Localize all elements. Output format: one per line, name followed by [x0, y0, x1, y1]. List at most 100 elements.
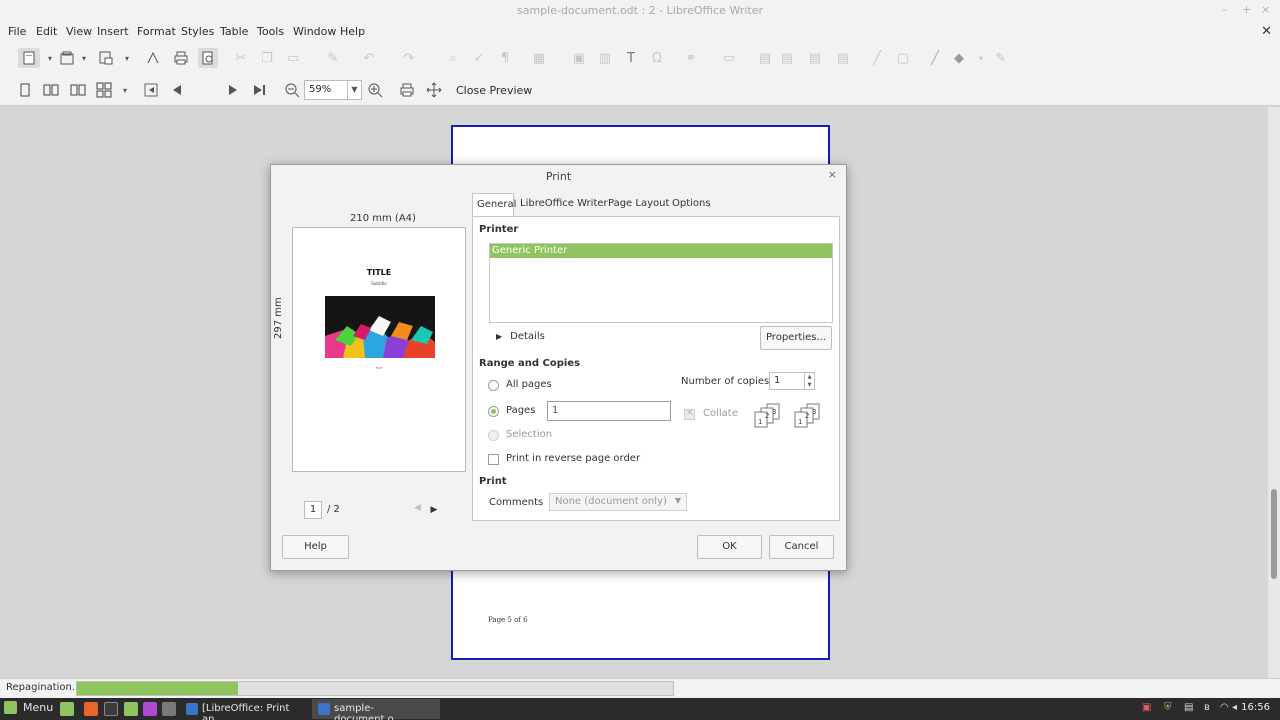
close-preview-button[interactable]: Close Preview — [456, 84, 532, 97]
chevron-down-icon[interactable]: ▾ — [75, 49, 93, 67]
preview-page-field[interactable]: 1 — [304, 501, 322, 519]
taskbar-task-document[interactable]: sample-document.o... — [312, 699, 440, 720]
comments-value: None (document only) — [555, 496, 667, 507]
scrollbar-thumb[interactable] — [1271, 489, 1277, 579]
basic-shapes-icon: ◆ — [954, 50, 964, 66]
menu-window[interactable]: Window — [293, 25, 336, 38]
shapes-icon: ▢ — [896, 50, 910, 66]
first-page-icon[interactable] — [142, 81, 160, 99]
two-pages-icon[interactable] — [42, 81, 60, 99]
minimize-button[interactable]: – — [1222, 3, 1228, 16]
properties-button[interactable]: Properties... — [760, 326, 832, 350]
menu-table[interactable]: Table — [220, 25, 248, 38]
previous-preview-icon[interactable]: ◀ — [414, 503, 421, 513]
tab-libreoffice-writer[interactable]: LibreOffice Writer — [516, 193, 612, 216]
book-preview-icon[interactable] — [69, 81, 87, 99]
line-icon: ╱ — [873, 50, 881, 66]
zoom-out-icon[interactable] — [283, 81, 301, 99]
next-preview-icon[interactable]: ▶ — [428, 502, 440, 518]
menu-styles[interactable]: Styles — [181, 25, 214, 38]
tab-options[interactable]: Options — [668, 193, 715, 216]
selection-radio[interactable] — [488, 430, 499, 441]
start-menu-button[interactable]: Menu — [4, 701, 53, 714]
copies-spinbox[interactable]: 1 ▲ ▼ — [769, 372, 815, 390]
svg-text:1: 1 — [798, 418, 802, 426]
menu-tools[interactable]: Tools — [257, 25, 284, 38]
multiple-pages-icon[interactable] — [95, 81, 113, 99]
open-template-icon[interactable] — [58, 49, 76, 67]
window-title: sample-document.odt : 2 - LibreOffice Wr… — [516, 4, 764, 17]
pages-input[interactable]: 1 — [547, 401, 671, 421]
pages-radio[interactable] — [488, 406, 499, 417]
bluetooth-icon[interactable]: ʙ — [1204, 702, 1210, 713]
copies-label: Number of copies — [681, 376, 770, 387]
menu-insert[interactable]: Insert — [97, 25, 129, 38]
shield-icon[interactable]: ⛨ — [1164, 702, 1172, 713]
spin-arrows-icon[interactable]: ▲ ▼ — [804, 373, 814, 389]
app-launcher-icon[interactable] — [162, 702, 176, 716]
print-preview-icon[interactable] — [198, 48, 218, 68]
draw-line-icon: ╱ — [931, 50, 939, 66]
next-page-icon[interactable] — [224, 81, 242, 99]
zoom-field[interactable]: 59% ▼ — [304, 80, 362, 100]
network-icon[interactable]: ▤ — [1184, 702, 1193, 713]
menu-file[interactable]: File — [8, 25, 26, 38]
comments-label: Comments — [489, 497, 544, 508]
single-page-icon[interactable] — [16, 81, 34, 99]
taskbar-task-print[interactable]: [LibreOffice: Print an... — [180, 699, 310, 720]
print-icon[interactable] — [172, 49, 190, 67]
terminal-icon[interactable] — [104, 702, 118, 716]
comments-select[interactable]: None (document only) ▼ — [549, 493, 687, 511]
details-expander[interactable]: ▶ Details — [496, 331, 545, 342]
wifi-icon[interactable]: ◠ — [1220, 702, 1229, 713]
files-icon[interactable] — [124, 702, 138, 716]
all-pages-label: All pages — [506, 379, 552, 390]
last-page-icon[interactable] — [250, 81, 268, 99]
range-section-label: Range and Copies — [479, 358, 581, 369]
app-launcher-icon[interactable] — [143, 702, 157, 716]
ok-button[interactable]: OK — [697, 535, 762, 559]
zoom-value: 59% — [309, 84, 332, 95]
show-desktop-icon[interactable] — [60, 702, 74, 716]
help-button[interactable]: Help — [282, 535, 349, 559]
field-icon: ▤ — [808, 50, 822, 66]
formatting-marks-icon: ¶ — [500, 50, 510, 66]
previous-page-icon[interactable] — [168, 81, 186, 99]
full-screen-icon[interactable] — [425, 81, 443, 99]
all-pages-radio[interactable] — [488, 380, 499, 391]
zoom-in-icon[interactable] — [366, 81, 384, 99]
tab-page-layout[interactable]: Page Layout — [604, 193, 673, 216]
chevron-down-icon: ▾ — [978, 53, 983, 63]
vertical-scrollbar[interactable] — [1268, 107, 1280, 678]
volume-icon[interactable]: ◂ — [1232, 702, 1237, 713]
window-close-button[interactable]: × — [1261, 3, 1270, 16]
special-character-icon: Ω — [652, 50, 662, 66]
clock[interactable]: 16:56 — [1241, 702, 1270, 713]
chevron-down-icon[interactable]: ▾ — [118, 49, 136, 67]
new-document-icon[interactable] — [18, 48, 40, 68]
dialog-close-button[interactable]: × — [828, 168, 837, 181]
reverse-order-checkbox[interactable] — [488, 454, 499, 465]
close-document-button[interactable]: ✕ — [1261, 24, 1272, 39]
tab-general[interactable]: General — [472, 193, 516, 217]
export-pdf-icon[interactable] — [144, 49, 162, 67]
chevron-down-icon[interactable]: ▾ — [116, 81, 134, 99]
firefox-icon[interactable] — [84, 702, 98, 716]
comment-icon: ▤ — [758, 50, 772, 66]
menu-format[interactable]: Format — [137, 25, 176, 38]
menu-view[interactable]: View — [66, 25, 92, 38]
chevron-down-icon[interactable]: ▼ — [347, 81, 361, 99]
collate-checkbox[interactable] — [684, 408, 695, 420]
recording-icon[interactable]: ▣ — [1142, 702, 1151, 713]
save-icon[interactable] — [97, 49, 115, 67]
menu-help[interactable]: Help — [340, 25, 365, 38]
maximize-button[interactable]: + — [1242, 3, 1251, 16]
insert-table-icon: ▦ — [532, 50, 546, 66]
menu-edit[interactable]: Edit — [36, 25, 57, 38]
chevron-down-icon[interactable]: ▾ — [41, 49, 59, 67]
cancel-button[interactable]: Cancel — [769, 535, 834, 559]
task-label: [LibreOffice: Print an... — [202, 703, 290, 720]
print-icon[interactable] — [398, 81, 416, 99]
printer-list[interactable]: Generic Printer — [489, 243, 833, 323]
printer-item-generic[interactable]: Generic Printer — [490, 244, 832, 258]
